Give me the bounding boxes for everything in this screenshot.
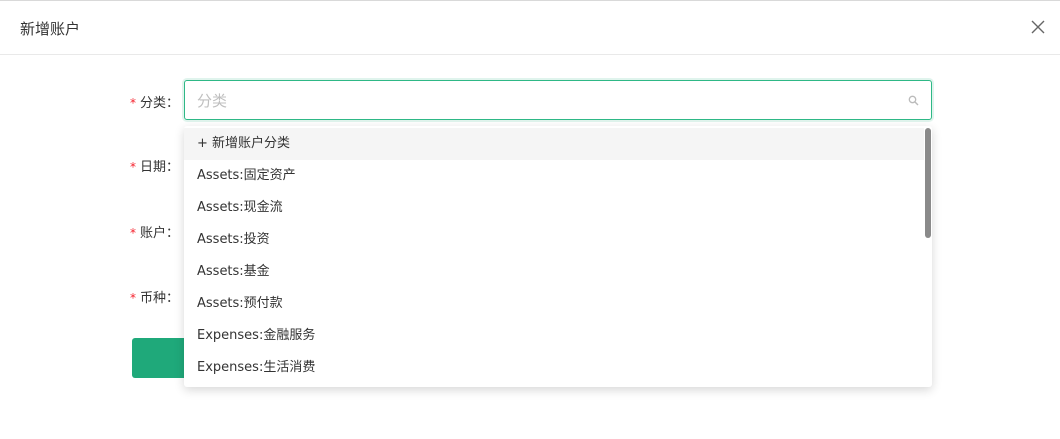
dropdown-option[interactable]: Expenses:生活消费 — [184, 352, 924, 384]
dropdown-option[interactable]: Assets:现金流 — [184, 192, 924, 224]
currency-label: * 币种： — [130, 287, 180, 306]
search-icon — [908, 95, 919, 106]
dropdown-scrollbar[interactable] — [925, 128, 931, 238]
required-mark: * — [130, 160, 136, 174]
submit-button[interactable] — [132, 338, 192, 378]
category-dropdown: + 新增账户分类 Assets:固定资产 Assets:现金流 Assets:投… — [184, 126, 932, 387]
date-label: * 日期： — [130, 156, 180, 175]
dropdown-option[interactable]: Assets:固定资产 — [184, 160, 924, 192]
dialog-header: 新增账户 — [0, 1, 1060, 55]
add-account-dialog: 新增账户 * 分类： * 日期： * 账户： * 币种： + 新增账户分类 Assets… — [0, 0, 1060, 439]
required-mark: * — [130, 226, 136, 240]
required-mark: * — [130, 96, 136, 110]
date-label-text: 日期： — [140, 160, 180, 175]
dialog-title: 新增账户 — [20, 20, 81, 38]
category-select[interactable] — [184, 80, 932, 120]
dropdown-option[interactable]: Assets:预付款 — [184, 288, 924, 320]
dropdown-option[interactable]: Assets:投资 — [184, 224, 924, 256]
category-label-text: 分类： — [140, 96, 180, 111]
currency-label-text: 币种： — [140, 291, 180, 306]
required-mark: * — [130, 291, 136, 305]
dropdown-option[interactable]: Assets:基金 — [184, 256, 924, 288]
dropdown-option[interactable]: Expenses:金融服务 — [184, 320, 924, 352]
category-label: * 分类： — [130, 92, 180, 111]
account-label: * 账户： — [130, 222, 180, 241]
category-search-input[interactable] — [195, 89, 889, 113]
close-icon[interactable] — [1028, 17, 1048, 37]
account-label-text: 账户： — [140, 226, 180, 241]
add-category-option[interactable]: + 新增账户分类 — [184, 128, 924, 160]
